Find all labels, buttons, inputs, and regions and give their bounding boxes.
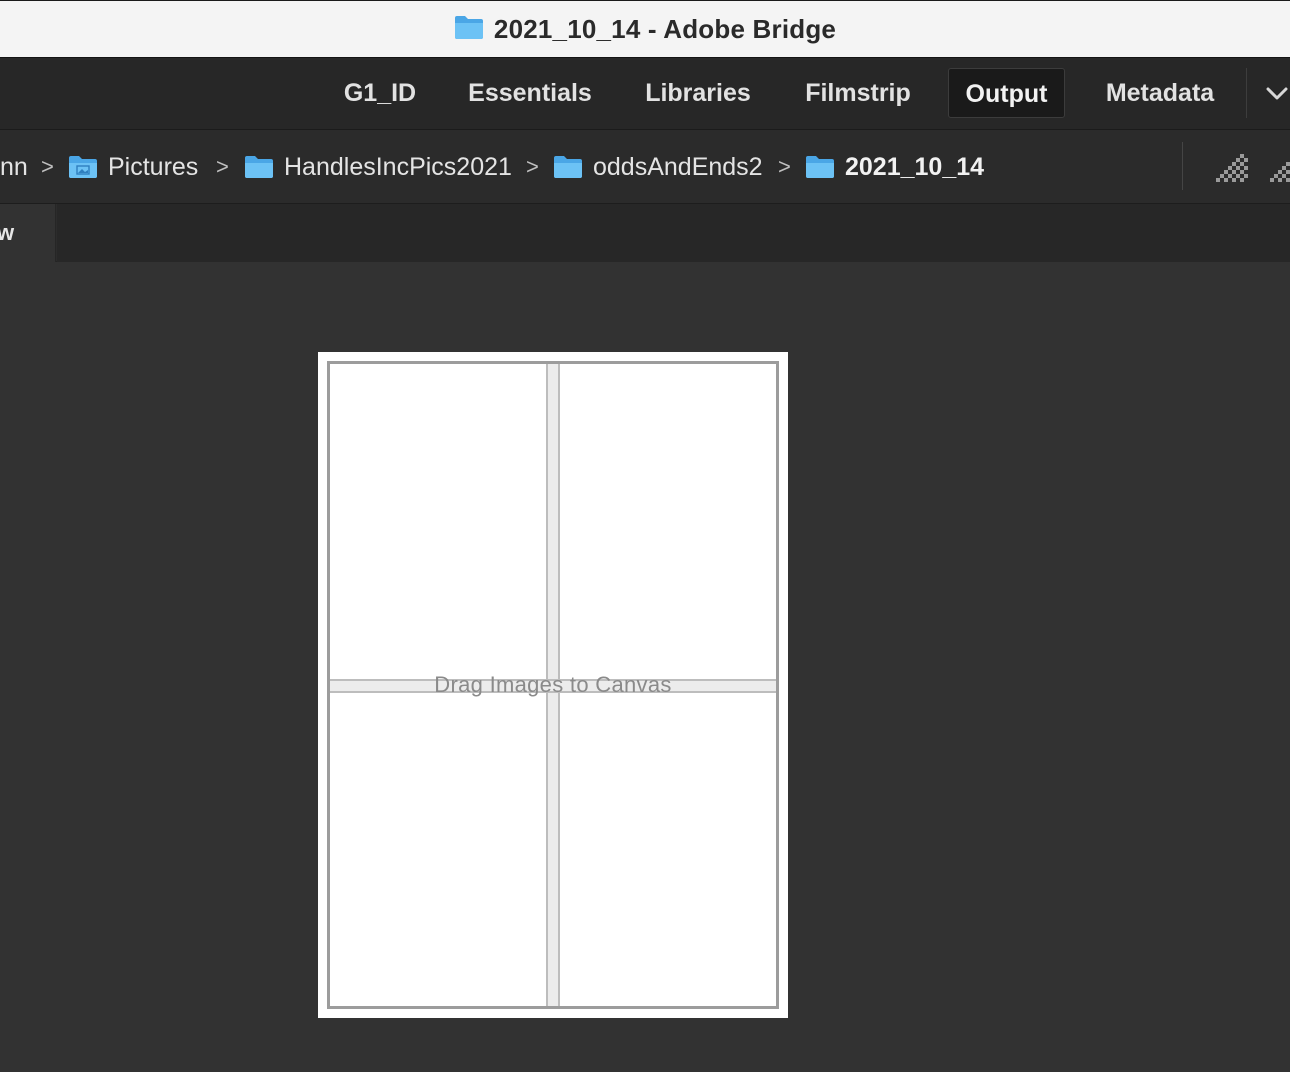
folder-icon [454, 14, 484, 45]
workspace-tab-metadata[interactable]: Metadata [1086, 68, 1234, 118]
workspace-divider [1246, 68, 1247, 118]
panel-toolbar [57, 204, 1290, 262]
workspace-tab-essentials[interactable]: Essentials [452, 68, 608, 118]
workspace-tab-libraries[interactable]: Libraries [628, 68, 768, 118]
breadcrumb-separator-icon: > [526, 154, 539, 179]
canvas-cell[interactable] [560, 693, 776, 1006]
panel-header: w [0, 204, 1290, 262]
breadcrumb-separator-icon: > [41, 154, 54, 179]
breadcrumb-label: HandlesIncPics2021 [284, 152, 512, 181]
path-bar: nn > Pictures > HandlesIncPics2021 > odd… [0, 130, 1290, 204]
workspace-tab-filmstrip[interactable]: Filmstrip [788, 68, 928, 118]
breadcrumb-label: Pictures [108, 152, 199, 181]
breadcrumb-item-current-folder[interactable]: 2021_10_14 [805, 130, 984, 204]
folder-icon [244, 155, 274, 179]
workspace-tab-output[interactable]: Output [948, 68, 1065, 118]
chevron-down-icon[interactable] [1262, 78, 1290, 110]
canvas-hint: Drag Images to Canvas [434, 672, 672, 697]
folder-icon [553, 155, 583, 179]
thumbnail-size-large-icon[interactable] [1268, 152, 1290, 187]
breadcrumb-label: 2021_10_14 [845, 152, 985, 181]
canvas-cell[interactable] [330, 364, 546, 679]
canvas-cell[interactable] [560, 364, 776, 679]
output-canvas[interactable]: Drag Images to Canvas [318, 352, 788, 1018]
panel-tab-preview[interactable]: w [0, 204, 56, 262]
breadcrumb-item-handlesincpics2021[interactable]: HandlesIncPics2021 [244, 130, 512, 204]
workspace-tab-g1-id[interactable]: G1_ID [326, 68, 434, 118]
breadcrumb-separator-icon: > [778, 154, 791, 179]
breadcrumb-label: nn [0, 152, 28, 181]
breadcrumb-item-oddsandends2[interactable]: oddsAndEnds2 [553, 130, 763, 204]
workspace-bar: G1_ID Essentials Libraries Filmstrip Out… [0, 58, 1290, 130]
path-divider [1182, 142, 1183, 190]
title-bar: 2021_10_14 - Adobe Bridge [0, 0, 1290, 58]
canvas-cell[interactable] [330, 693, 546, 1006]
folder-icon [805, 155, 835, 179]
window-title: 2021_10_14 - Adobe Bridge [493, 13, 837, 44]
pictures-folder-icon [68, 155, 98, 179]
breadcrumb-label: oddsAndEnds2 [593, 152, 763, 181]
breadcrumb-item-user[interactable]: nn [0, 130, 28, 204]
breadcrumb-separator-icon: > [216, 154, 229, 179]
thumbnail-size-small-icon[interactable] [1216, 152, 1248, 187]
breadcrumb-item-pictures[interactable]: Pictures [68, 130, 198, 204]
